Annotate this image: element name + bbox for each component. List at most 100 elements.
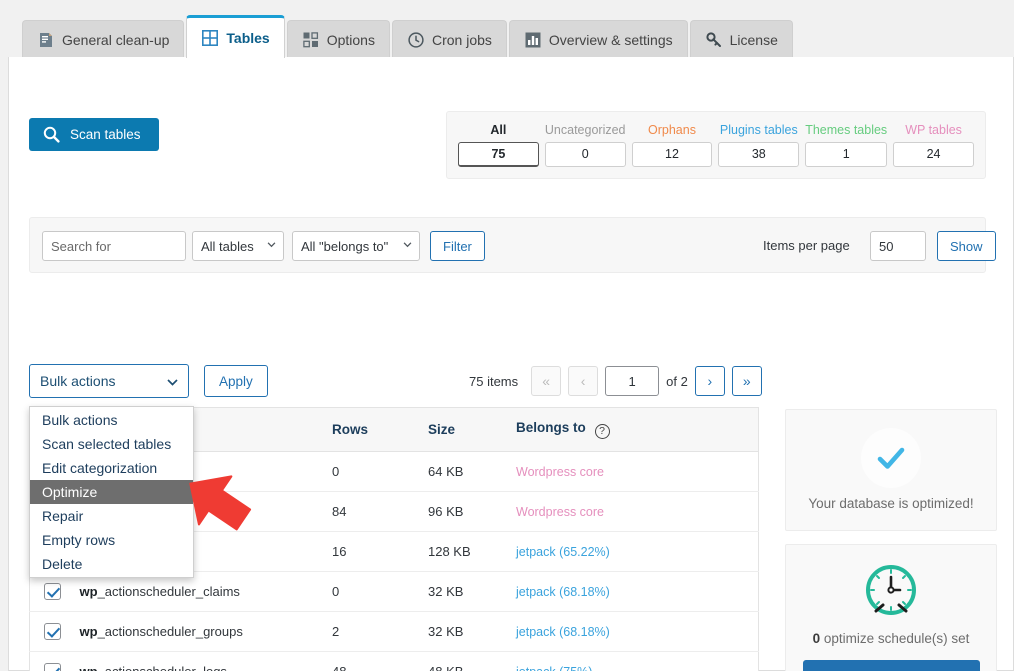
show-button[interactable]: Show — [937, 231, 996, 261]
belongs-to-cell: Wordpress core — [506, 491, 759, 533]
items-per-page-input[interactable] — [870, 231, 926, 261]
pagination: 75 items « ‹ of 2 › » — [469, 366, 762, 396]
menu-item-repair[interactable]: Repair — [30, 504, 193, 528]
schedule-count: 0 — [812, 631, 821, 646]
category-themes-tables[interactable]: Themes tables 1 — [802, 123, 890, 167]
bulk-actions-selected-value: Bulk actions — [40, 373, 116, 389]
tables-select-wrapper: All tables — [192, 231, 284, 261]
category-label: Themes tables — [805, 123, 888, 137]
document-broom-icon — [37, 31, 55, 49]
category-counters: All 75 Uncategorized 0 Orphans 12 Plugin… — [446, 111, 986, 179]
size-cell: 48 KB — [418, 651, 506, 671]
scan-tables-button[interactable]: Scan tables — [29, 118, 159, 151]
category-count: 1 — [805, 142, 888, 167]
tab-label: General clean-up — [62, 31, 170, 48]
scan-tables-label: Scan tables — [70, 127, 141, 142]
table-row[interactable]: wp_actionscheduler_groups 2 32 KB jetpac… — [29, 611, 759, 653]
question-mark-icon[interactable]: ? — [594, 424, 610, 439]
row-checkbox[interactable] — [44, 663, 61, 671]
optimize-schedule-panel: 0 optimize schedule(s) set Add new sched… — [785, 544, 997, 671]
belongs-to-select[interactable]: All "belongs to" — [292, 231, 420, 261]
page-total-label: of 2 — [666, 373, 688, 389]
alarm-clock-icon — [858, 559, 924, 625]
size-cell: 32 KB — [418, 571, 506, 613]
belongs-select-wrapper: All "belongs to" — [292, 231, 420, 261]
category-label: All — [490, 123, 507, 137]
category-label: Orphans — [648, 123, 696, 137]
size-cell: 96 KB — [418, 491, 506, 533]
menu-item-edit-categorization[interactable]: Edit categorization — [30, 456, 193, 480]
rows-cell: 0 — [322, 451, 418, 493]
size-header[interactable]: Size — [418, 407, 506, 452]
tab-label: License — [729, 31, 778, 48]
table-name-cell: wp_actionscheduler_logs — [69, 651, 322, 671]
tab-panel-tables: Scan tables All 75 Uncategorized 0 Orpha… — [8, 57, 1014, 671]
plugin-page: General clean-up Tables Options Cron job… — [0, 0, 1014, 671]
search-icon — [43, 126, 60, 143]
table-name-cell: wp_actionscheduler_groups — [69, 611, 322, 653]
belongs-to-header-label: Belongs to — [516, 420, 586, 435]
category-uncategorized[interactable]: Uncategorized 0 — [542, 123, 629, 167]
tables-select[interactable]: All tables — [192, 231, 284, 261]
category-count: 12 — [631, 142, 713, 167]
current-page-input[interactable] — [605, 366, 660, 396]
rows-cell: 84 — [322, 491, 418, 533]
prev-page-button[interactable]: ‹ — [568, 366, 599, 396]
belongs-to-cell: Wordpress core — [506, 451, 759, 493]
tab-label: Cron jobs — [431, 31, 492, 48]
category-count: 75 — [458, 142, 539, 167]
category-all[interactable]: All 75 — [455, 123, 542, 167]
row-checkbox-cell — [29, 651, 70, 671]
first-page-button[interactable]: « — [531, 366, 562, 396]
database-optimized-text: Your database is optimized! — [808, 496, 974, 511]
category-plugins-tables[interactable]: Plugins tables 38 — [715, 123, 802, 167]
filter-bar: All tables All "belongs to" Filter Items… — [29, 217, 996, 273]
bulk-actions-select[interactable]: Bulk actions — [29, 364, 189, 398]
database-optimized-panel: Your database is optimized! — [785, 409, 997, 531]
rows-cell: 48 — [322, 651, 418, 671]
tab-options[interactable]: Options — [286, 20, 390, 58]
tab-cron-jobs[interactable]: Cron jobs — [391, 20, 507, 58]
clock-icon — [407, 31, 425, 49]
tab-tables[interactable]: Tables — [186, 15, 285, 58]
rows-header[interactable]: Rows — [322, 407, 418, 452]
category-label: Uncategorized — [544, 123, 626, 137]
schedule-count-suffix: optimize schedule(s) set — [820, 631, 970, 646]
size-cell: 64 KB — [418, 451, 506, 493]
tab-general-cleanup[interactable]: General clean-up — [22, 20, 185, 58]
row-checkbox[interactable] — [44, 623, 61, 641]
tab-license[interactable]: License — [689, 20, 793, 58]
add-new-schedule-button[interactable]: Add new schedule — [802, 660, 980, 671]
category-wp-tables[interactable]: WP tables 24 — [890, 123, 977, 167]
options-blocks-icon — [302, 31, 320, 49]
belongs-to-cell: jetpack (68.18%) — [506, 611, 759, 653]
filter-button[interactable]: Filter — [430, 231, 485, 261]
last-page-button[interactable]: » — [731, 366, 762, 396]
belongs-to-header[interactable]: Belongs to ? — [506, 407, 759, 452]
belongs-to-cell: jetpack (65.22%) — [506, 531, 759, 573]
tab-label: Tables — [226, 30, 270, 46]
menu-item-empty-rows[interactable]: Empty rows — [30, 528, 193, 552]
tab-label: Overview & settings — [548, 31, 673, 48]
next-page-button[interactable]: › — [694, 366, 725, 396]
bulk-actions-menu[interactable]: Bulk actions Scan selected tables Edit c… — [29, 406, 194, 578]
category-label: Plugins tables — [719, 123, 798, 137]
rows-cell: 0 — [322, 571, 418, 613]
category-count: 24 — [893, 142, 974, 167]
category-count: 38 — [718, 142, 800, 167]
menu-item-delete[interactable]: Delete — [30, 552, 193, 576]
table-row[interactable]: wp_actionscheduler_logs 48 48 KB jetpack… — [29, 651, 759, 671]
key-icon — [705, 31, 723, 49]
items-per-page-label: Items per page — [763, 238, 850, 253]
rows-cell: 16 — [322, 531, 418, 573]
grid-table-icon — [201, 29, 219, 47]
tab-label: Options — [326, 31, 375, 48]
search-input[interactable] — [42, 231, 186, 261]
tab-overview-settings[interactable]: Overview & settings — [508, 20, 688, 58]
menu-item-scan-selected-tables[interactable]: Scan selected tables — [30, 432, 193, 456]
row-checkbox[interactable] — [44, 583, 61, 601]
category-orphans[interactable]: Orphans 12 — [629, 123, 716, 167]
menu-item-optimize[interactable]: Optimize — [30, 480, 193, 504]
menu-item-bulk-actions[interactable]: Bulk actions — [30, 408, 193, 432]
apply-button[interactable]: Apply — [204, 365, 268, 397]
